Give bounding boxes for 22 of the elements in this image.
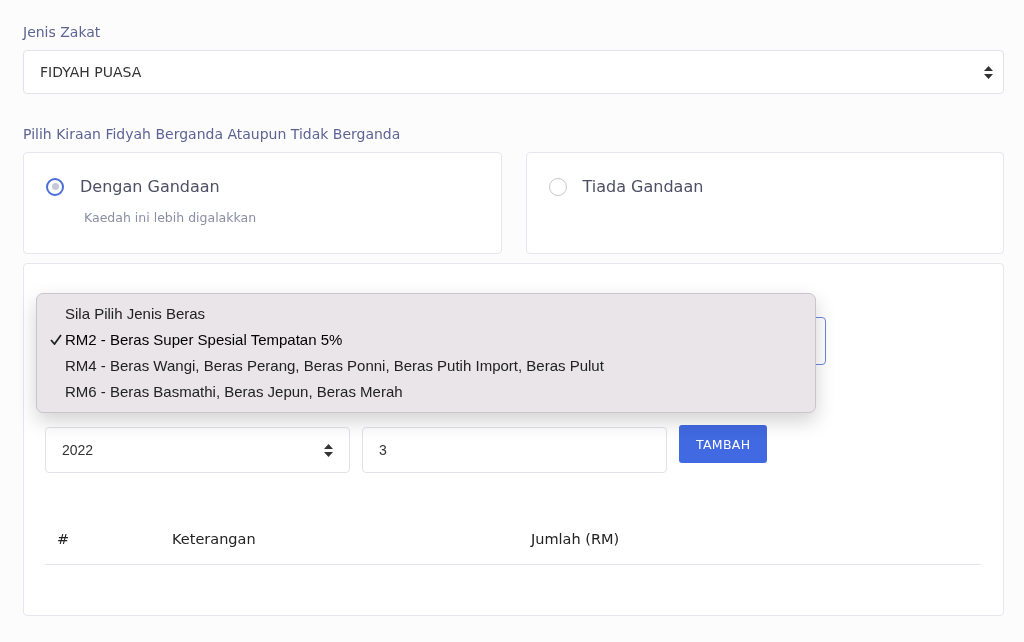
radio-card[interactable]: Dengan Gandaan Kaedah ini lebih digalakkan — [23, 152, 502, 254]
column-header: Jumlah (RM) — [531, 531, 620, 547]
checkmark-icon — [50, 333, 62, 345]
zakat-type-select[interactable]: FIDYAH PUASA — [23, 50, 1004, 94]
menu-option[interactable]: RM6 - Beras Basmathi, Beras Jepun, Beras Merah — [37, 378, 815, 404]
menu-option[interactable]: Sila Pilih Jenis Beras — [37, 300, 815, 326]
add-button[interactable]: TAMBAH — [679, 425, 768, 463]
radio-button[interactable] — [46, 177, 64, 196]
option-title: Tiada Gandaan — [582, 177, 704, 196]
column-header: Keterangan — [172, 531, 257, 547]
menu-option[interactable]: RM2 - Beras Super Spesial Tempatan 5% — [37, 326, 815, 352]
field-label: Jenis Zakat — [23, 24, 102, 40]
count-field[interactable]: 3 — [362, 427, 667, 473]
menu-option[interactable]: RM4 - Beras Wangi, Beras Perang, Beras Ponni, Beras Putih Import, Beras Pulut — [37, 352, 815, 378]
option-title: Dengan Gandaan — [80, 177, 220, 196]
select-arrows-icon — [984, 65, 993, 79]
year-select[interactable]: 2022 — [45, 427, 350, 473]
column-header: # — [57, 531, 71, 547]
select-arrows-icon — [324, 443, 333, 457]
section-label: Pilih Kiraan Fidyah Berganda Ataupun Tidak Berganda — [23, 126, 402, 142]
option-description: Kaedah ini lebih digalakkan — [84, 210, 258, 225]
radio-card[interactable]: Tiada Gandaan — [525, 152, 1004, 254]
